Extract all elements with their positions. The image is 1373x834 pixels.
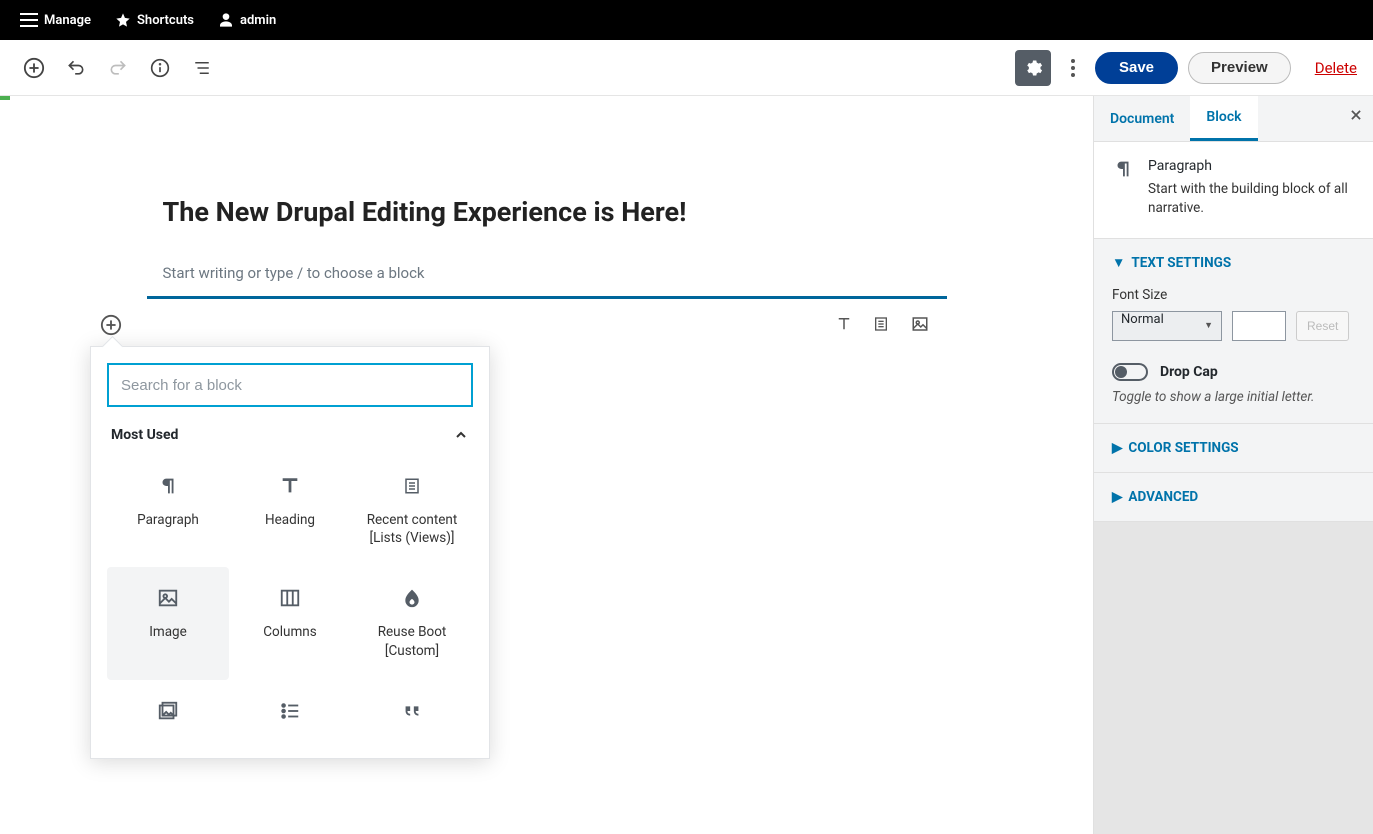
admin-bar: Manage Shortcuts admin [0,0,1373,40]
undo-icon [66,58,86,78]
block-option-gallery[interactable] [107,680,229,742]
settings-toggle-button[interactable] [1015,50,1051,86]
color-settings-header[interactable]: ▶ COLOR SETTINGS [1094,424,1373,472]
plus-circle-icon [100,314,122,336]
manage-menu[interactable]: Manage [8,0,103,40]
document-list-icon [403,475,421,497]
block-label: Reuse Boot [Custom] [357,623,467,659]
plus-circle-icon [23,57,45,79]
text-icon [835,315,853,333]
info-icon [150,58,170,78]
advanced-header[interactable]: ▶ ADVANCED [1094,473,1373,521]
add-block-button[interactable] [16,50,52,86]
gear-icon [1023,58,1043,78]
most-used-section-header[interactable]: Most Used [107,407,473,455]
triangle-right-icon: ▶ [1112,489,1122,505]
redo-button[interactable] [100,50,136,86]
block-meta-description: Start with the building block of all nar… [1148,180,1355,218]
block-option-list[interactable] [229,680,351,742]
chevron-up-icon [453,427,469,443]
drop-cap-label: Drop Cap [1160,364,1218,380]
block-option-image[interactable]: Image [107,567,229,679]
heading-icon [279,475,301,497]
close-sidebar-button[interactable] [1349,108,1363,126]
user-icon [218,12,234,28]
dots-vertical-icon [1071,59,1075,77]
block-label: Heading [265,511,315,529]
triangle-right-icon: ▶ [1112,440,1122,456]
block-inserter-popover: Most Used Paragraph Heading Recent conte… [90,346,490,759]
quote-icon [401,700,423,722]
gallery-icon [157,700,179,722]
paragraph-block[interactable]: Start writing or type / to choose a bloc… [147,256,947,299]
undo-button[interactable] [58,50,94,86]
advanced-panel: ▶ ADVANCED [1094,472,1373,522]
save-button[interactable]: Save [1095,52,1178,84]
drop-cap-hint: Toggle to show a large initial letter. [1112,389,1355,405]
image-suggestion-button[interactable] [911,315,931,335]
post-title[interactable]: The New Drupal Editing Experience is Her… [147,196,947,228]
block-label: Recent content [Lists (Views)] [357,511,467,547]
font-size-input[interactable] [1232,311,1286,341]
block-option-reuse-boot[interactable]: Reuse Boot [Custom] [351,567,473,679]
image-icon [157,587,179,609]
block-label: Paragraph [137,511,199,529]
editor-canvas: The New Drupal Editing Experience is Her… [0,96,1093,834]
sidebar-empty-area [1094,522,1373,834]
block-label: Image [149,623,187,641]
drupal-icon [402,587,422,609]
drop-cap-toggle[interactable] [1112,363,1148,381]
reset-button[interactable]: Reset [1296,311,1349,341]
text-settings-header[interactable]: ▼ TEXT SETTINGS [1094,239,1373,287]
text-suggestion-button[interactable] [835,315,855,335]
block-search-input[interactable] [107,363,473,407]
paragraph-icon [1112,158,1134,180]
list-suggestion-button[interactable] [873,315,893,335]
block-option-paragraph[interactable]: Paragraph [107,455,229,567]
tab-document[interactable]: Document [1094,96,1190,141]
font-size-label: Font Size [1112,287,1355,303]
shortcuts-label: Shortcuts [137,13,194,28]
section-title: Most Used [111,427,178,443]
list-icon [279,700,301,722]
settings-sidebar: Document Block Paragraph Start with the … [1093,96,1373,834]
more-options-button[interactable] [1061,50,1085,86]
outline-icon [193,59,211,77]
info-button[interactable] [142,50,178,86]
editor-toolbar: Save Preview Delete [0,40,1373,96]
paragraph-icon [157,475,179,497]
hamburger-icon [20,13,38,27]
outline-button[interactable] [184,50,220,86]
manage-label: Manage [44,13,91,28]
block-option-quote[interactable] [351,680,473,742]
redo-icon [108,58,128,78]
block-option-columns[interactable]: Columns [229,567,351,679]
block-meta-panel: Paragraph Start with the building block … [1094,142,1373,238]
block-meta-title: Paragraph [1148,158,1355,174]
block-label: Columns [263,623,316,641]
shortcuts-menu[interactable]: Shortcuts [103,0,206,40]
columns-icon [279,587,301,609]
block-option-heading[interactable]: Heading [229,455,351,567]
document-list-icon [873,315,889,333]
user-menu[interactable]: admin [206,0,288,40]
text-settings-panel: ▼ TEXT SETTINGS Font Size Normal Reset D… [1094,238,1373,423]
user-label: admin [240,13,276,28]
color-settings-panel: ▶ COLOR SETTINGS [1094,423,1373,472]
inline-add-block-button[interactable] [99,313,123,337]
font-size-select[interactable]: Normal [1112,311,1222,341]
delete-link[interactable]: Delete [1315,59,1357,77]
preview-button[interactable]: Preview [1188,52,1291,84]
close-icon [1349,108,1363,122]
triangle-down-icon: ▼ [1112,255,1125,271]
image-icon [911,315,929,333]
star-icon [115,12,131,28]
block-option-recent-content[interactable]: Recent content [Lists (Views)] [351,455,473,567]
tab-block[interactable]: Block [1190,96,1257,141]
